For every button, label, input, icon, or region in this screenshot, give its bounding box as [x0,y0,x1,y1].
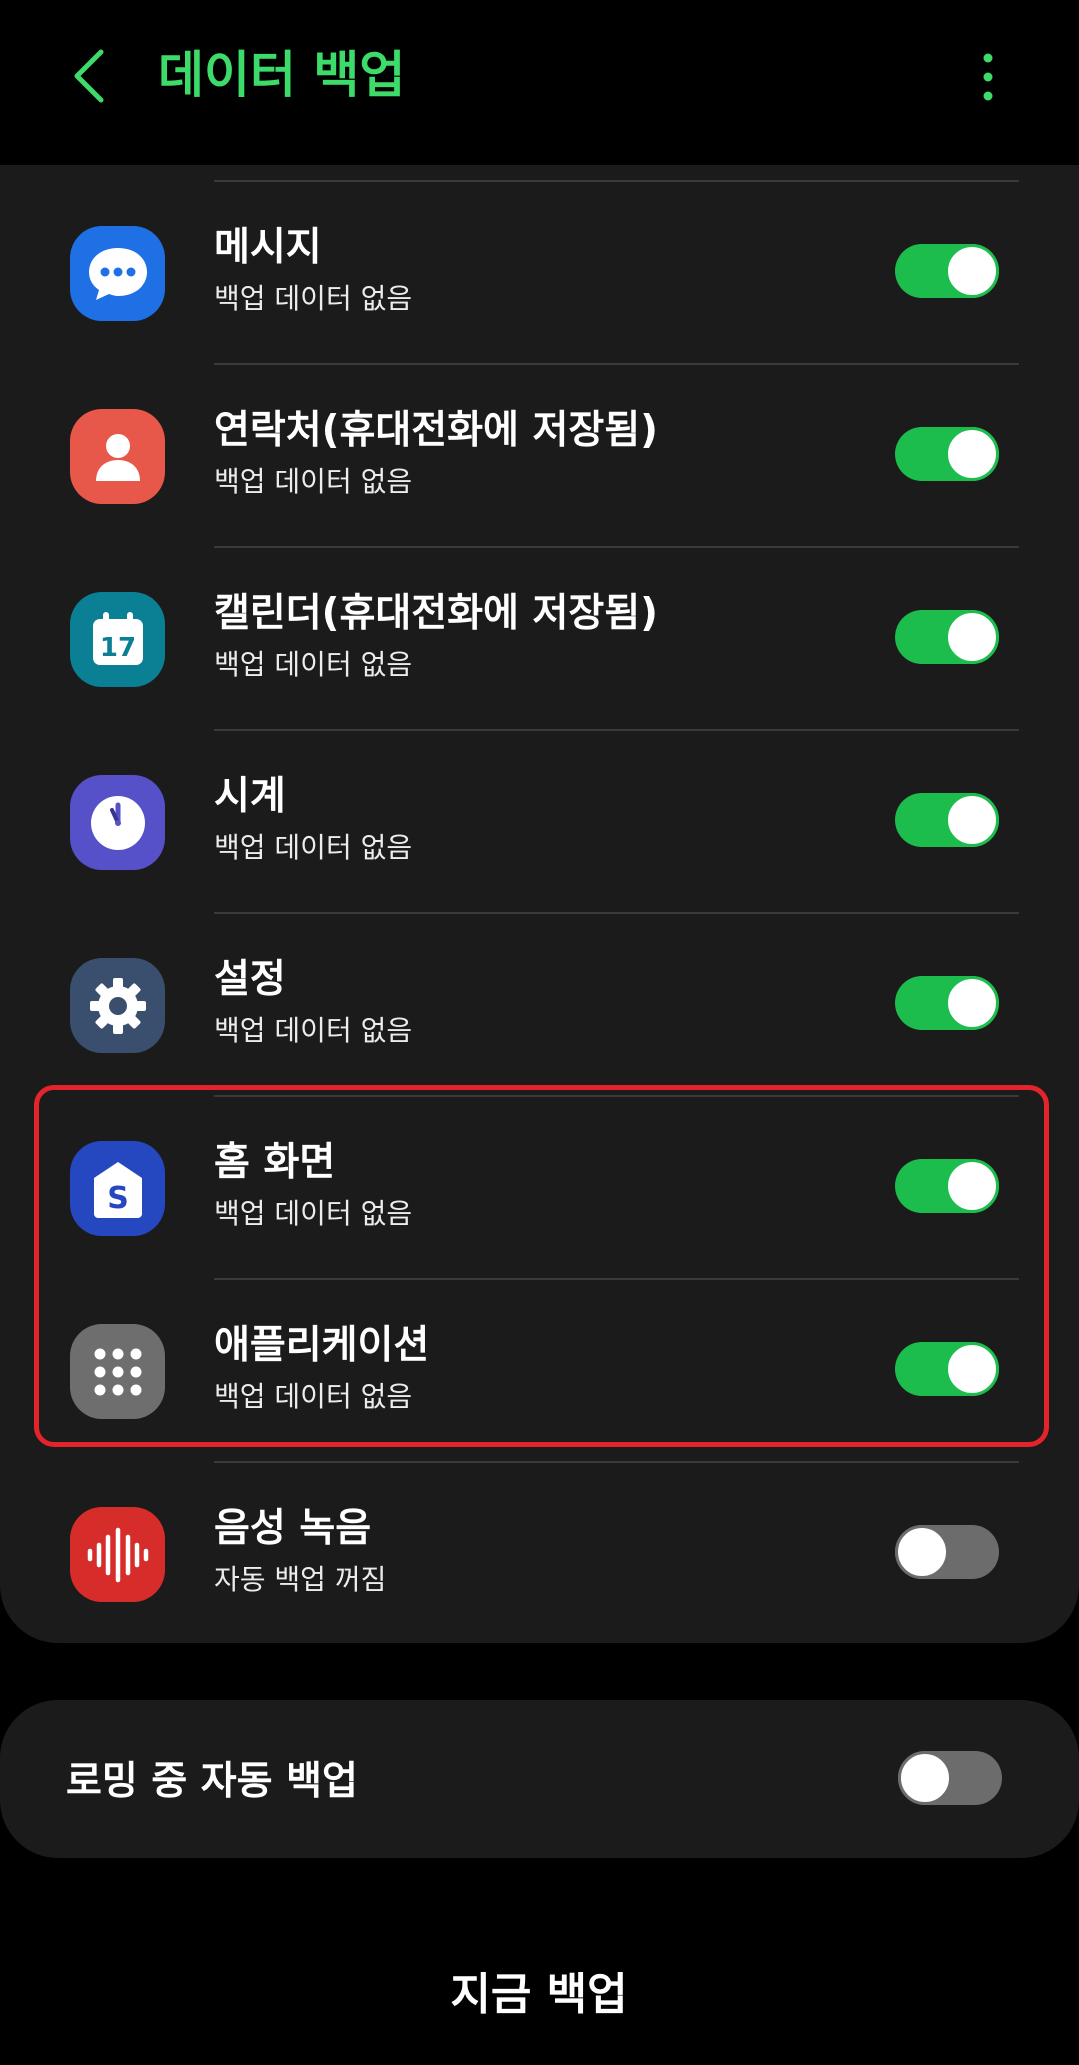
clock-icon [70,775,165,870]
app-row-label: 메시지 [214,225,322,270]
app-row-status: 백업 데이터 없음 [214,831,413,864]
app-row-label: 애플리케이션 [214,1323,430,1368]
settings-gear-icon [70,958,165,1053]
backup-toggle[interactable] [895,610,999,664]
contacts-icon [70,409,165,504]
app-row-applications[interactable]: 애플리케이션 백업 데이터 없음 [0,1263,1079,1446]
backup-toggle[interactable] [895,976,999,1030]
more-vertical-icon [983,53,993,101]
app-row-messages[interactable]: 메시지 백업 데이터 없음 [0,165,1079,348]
app-row-status: 백업 데이터 없음 [214,1014,413,1047]
backup-toggle[interactable] [895,793,999,847]
chevron-left-icon [74,49,104,103]
home-screen-icon: S [70,1141,165,1236]
app-row-label: 음성 녹음 [214,1506,372,1551]
backup-toggle[interactable] [895,1525,999,1579]
roaming-backup-toggle[interactable] [898,1751,1002,1805]
app-row-calendar[interactable]: 17 캘린더(휴대전화에 저장됨) 백업 데이터 없음 [0,531,1079,714]
toggle-knob [945,976,999,1030]
app-bar: 데이터 백업 [0,0,1079,165]
backup-now-button[interactable]: 지금 백업 [389,1960,689,2030]
backup-toggle[interactable] [895,427,999,481]
app-row-label: 연락처(휴대전화에 저장됨) [214,408,658,453]
app-row-label: 홈 화면 [214,1140,336,1185]
roaming-backup-label: 로밍 중 자동 백업 [66,1759,358,1804]
divider [214,180,1019,182]
app-row-status: 백업 데이터 없음 [214,282,413,315]
divider [214,912,1019,914]
toggle-knob [898,1751,952,1805]
app-row-voice-recorder[interactable]: 음성 녹음 자동 백업 꺼짐 [0,1446,1079,1629]
toggle-knob [945,427,999,481]
app-backup-list: 메시지 백업 데이터 없음 연락처(휴대전화에 저장됨) 백업 데이터 없음 1… [0,165,1079,1643]
app-row-clock[interactable]: 시계 백업 데이터 없음 [0,714,1079,897]
divider [214,1461,1019,1463]
toggle-knob [945,1159,999,1213]
app-row-settings[interactable]: 설정 백업 데이터 없음 [0,897,1079,1080]
apps-grid-icon [70,1324,165,1419]
app-row-label: 설정 [214,957,286,1002]
toggle-knob [945,1342,999,1396]
svg-text:S: S [107,1181,129,1216]
messages-icon [70,226,165,321]
roaming-backup-card[interactable]: 로밍 중 자동 백업 [0,1700,1079,1858]
toggle-knob [945,610,999,664]
divider [214,729,1019,731]
app-row-label: 캘린더(휴대전화에 저장됨) [214,591,658,636]
backup-toggle[interactable] [895,1159,999,1213]
app-row-status: 백업 데이터 없음 [214,465,413,498]
svg-text:17: 17 [99,633,135,663]
divider [214,1278,1019,1280]
app-row-home-screen[interactable]: S 홈 화면 백업 데이터 없음 [0,1080,1079,1263]
app-row-status: 백업 데이터 없음 [214,648,413,681]
app-row-status: 백업 데이터 없음 [214,1197,413,1230]
calendar-icon: 17 [70,592,165,687]
toggle-knob [945,793,999,847]
app-row-status: 백업 데이터 없음 [214,1380,413,1413]
divider [214,1095,1019,1097]
backup-toggle[interactable] [895,1342,999,1396]
toggle-knob [895,1525,949,1579]
app-row-label: 시계 [214,774,286,819]
page-title: 데이터 백업 [158,46,406,104]
more-options-button[interactable] [966,48,1010,106]
backup-toggle[interactable] [895,244,999,298]
divider [214,546,1019,548]
app-row-status: 자동 백업 꺼짐 [214,1563,387,1596]
back-button[interactable] [62,44,114,108]
divider [214,363,1019,365]
app-row-contacts[interactable]: 연락처(휴대전화에 저장됨) 백업 데이터 없음 [0,348,1079,531]
voice-recorder-icon [70,1507,165,1602]
toggle-knob [945,244,999,298]
